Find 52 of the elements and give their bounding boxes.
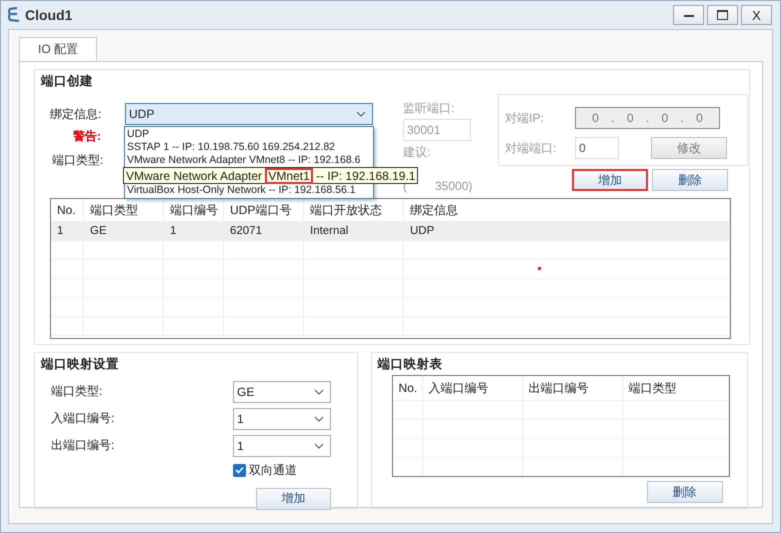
field-label: 绑定信息: (50, 106, 102, 122)
hint-text: 35000) (435, 179, 472, 193)
table-cell: GE (84, 222, 164, 240)
checkbox-label: 双向通道 (249, 462, 297, 478)
chevron-icon (356, 111, 366, 117)
maximize-button[interactable] (707, 5, 738, 25)
add-button[interactable]: 增加 (572, 169, 648, 191)
binding-dropdown[interactable]: UDP (125, 103, 373, 125)
table-cell: 62071 (224, 222, 304, 240)
tab[interactable]: IO 配置 (19, 37, 97, 61)
field-label: 对端端口: (505, 140, 558, 156)
minimize-button[interactable] (673, 5, 704, 25)
field-label: 监听端口: (403, 100, 454, 117)
dropdown-option[interactable]: VMware Network Adapter VMnet8 -- IP: 192.168.6 (127, 154, 371, 167)
dropdown[interactable]: 1 (233, 408, 331, 430)
warning-label: 警告: (73, 128, 101, 144)
dropdown-option[interactable]: VirtualBox Host-Only Network -- IP: 192.168.56.1 (127, 184, 371, 197)
hint-label: 建议: (403, 144, 430, 161)
table-row[interactable]: 1 GE 1 62071 Internal UDP (51, 222, 730, 241)
window-title: Cloud1 (25, 7, 72, 23)
minimize-icon (684, 14, 694, 16)
delete-button[interactable]: 删除 (652, 169, 728, 191)
tooltip: VMware Network Adapter VMnet1 -- IP: 192.168.19.1 (123, 167, 418, 184)
dropdown-option[interactable]: UDP (127, 128, 371, 141)
table-cell: 1 (51, 222, 84, 240)
table-cell: Internal (304, 222, 404, 240)
close-button[interactable]: X (741, 5, 772, 25)
checkbox[interactable] (233, 464, 246, 476)
app-icon (7, 7, 21, 23)
chevron-icon (314, 442, 324, 448)
chevron-icon (314, 416, 324, 422)
maximize-icon (717, 10, 728, 20)
field-label: 端口类型: (52, 152, 104, 168)
field-label: 对端IP: (505, 110, 545, 126)
add-button[interactable]: 增加 (256, 488, 331, 510)
field-label: 入端口编号: (51, 410, 116, 427)
column-header[interactable]: 出端口编号 (522, 376, 623, 400)
column-header[interactable]: No. (51, 199, 84, 221)
dropdown-option[interactable]: SSTAP 1 -- IP: 10.198.75.60 169.254.212.82 (127, 141, 371, 154)
chevron-icon (314, 388, 324, 394)
column-header[interactable]: 端口类型 (622, 376, 729, 400)
delete-button[interactable]: 删除 (646, 481, 723, 503)
bidirectional-checkbox[interactable]: 双向通道 (233, 459, 297, 481)
field-label: 出端口编号: (51, 437, 116, 454)
dropdown[interactable]: GE (233, 380, 331, 402)
column-header[interactable]: No. (392, 376, 423, 400)
dropdown[interactable]: 1 (233, 434, 331, 456)
table-cell: 1 (164, 222, 224, 240)
column-header[interactable]: 入端口编号 (422, 376, 523, 400)
column-header[interactable]: 绑定信息 (404, 199, 730, 221)
field-label: 端口类型: (51, 383, 104, 400)
table-cell: UDP (404, 222, 730, 240)
